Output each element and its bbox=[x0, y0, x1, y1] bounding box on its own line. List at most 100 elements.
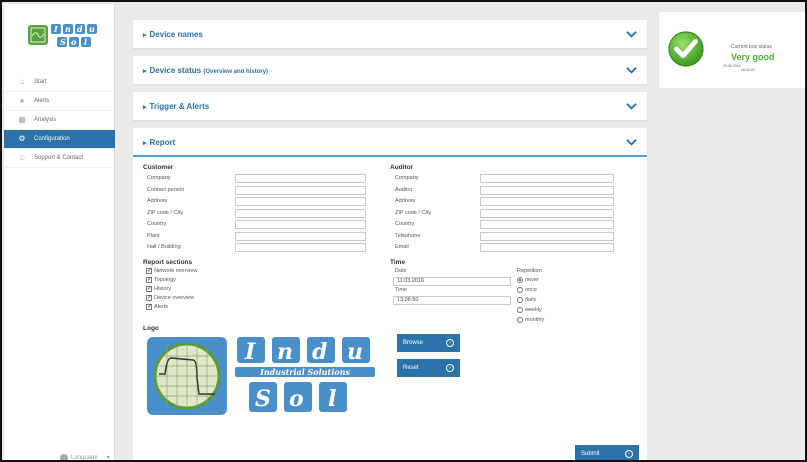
repetition-option-never[interactable]: never bbox=[517, 277, 539, 283]
bus-status-label: Current bus status bbox=[731, 44, 772, 50]
sidebar-item-label: Alerts bbox=[34, 98, 50, 104]
report-form: Customer Auditor Report sections Time Da… bbox=[133, 155, 647, 460]
customer-title: Customer bbox=[143, 164, 174, 171]
submit-button[interactable]: Submit › bbox=[575, 445, 639, 460]
radio-icon bbox=[517, 317, 523, 323]
auditor-field-input[interactable] bbox=[480, 197, 614, 206]
repetition-option-weekly[interactable]: weekly bbox=[517, 307, 542, 313]
customer-field-input[interactable] bbox=[235, 220, 366, 229]
reset-button[interactable]: Reset › bbox=[397, 359, 460, 377]
panel-device-status[interactable]: ▸ Device status (Overview and history) bbox=[133, 56, 647, 84]
caret-right-icon: ▸ bbox=[143, 31, 147, 39]
people-icon: ☺ bbox=[18, 153, 27, 162]
checkbox-label: Device overview bbox=[154, 295, 195, 301]
customer-field-input[interactable] bbox=[235, 185, 366, 195]
chevron-down-icon bbox=[626, 66, 637, 74]
panel-report[interactable]: ▸ Report bbox=[133, 128, 647, 156]
auditor-field-input[interactable] bbox=[480, 185, 614, 195]
customer-field-input[interactable] bbox=[235, 197, 366, 206]
auditor-field-label: Email bbox=[395, 244, 409, 250]
sidebar-item-alerts[interactable]: ♠ Alerts bbox=[4, 92, 115, 111]
customer-field-label: ZIP code / City bbox=[147, 209, 183, 216]
logo-letter: l bbox=[328, 386, 336, 412]
svg-text:l: l bbox=[84, 37, 87, 47]
auditor-field-label: Company bbox=[395, 175, 419, 181]
auditor-title: Auditor bbox=[390, 164, 414, 171]
report-section-checkbox[interactable]: ✓ Topology bbox=[146, 277, 176, 283]
logo-preview: I n d u S o l Industrial Solutions bbox=[145, 334, 385, 418]
chevron-down-icon bbox=[626, 30, 637, 38]
checkbox-label: History bbox=[154, 286, 172, 292]
report-section-checkbox[interactable]: ✓ Alerts bbox=[146, 304, 168, 310]
sidebar-item-label: Start bbox=[34, 79, 47, 85]
main-content: ▸ Device names ▸ Device status (Overview a… bbox=[133, 4, 647, 460]
auditor-field-input[interactable] bbox=[480, 243, 614, 252]
repetition-option-once[interactable]: once bbox=[517, 287, 537, 293]
sidebar-item-support[interactable]: ☺ Support & Contact bbox=[4, 149, 115, 168]
radio-icon bbox=[517, 307, 523, 313]
bus-status-date: 29.06.2016 bbox=[723, 64, 741, 68]
sidebar-item-start[interactable]: ⌂ Start bbox=[4, 73, 115, 92]
chevron-down-icon bbox=[626, 102, 637, 110]
logo-tagline: Industrial Solutions bbox=[259, 367, 350, 377]
browse-button[interactable]: Browse › bbox=[397, 334, 460, 352]
panel-title: Report bbox=[149, 137, 176, 147]
auditor-field-input[interactable] bbox=[480, 220, 614, 229]
report-section-checkbox[interactable]: ✓ Network overview bbox=[146, 268, 197, 274]
panel-device-names[interactable]: ▸ Device names bbox=[133, 20, 647, 48]
svg-text:d: d bbox=[77, 24, 83, 34]
customer-field-input[interactable] bbox=[235, 243, 366, 252]
auditor-field-label: ZIP code / City bbox=[395, 209, 431, 216]
report-section-checkbox[interactable]: ✓ Device overview bbox=[146, 295, 194, 301]
checkbox-checked-icon: ✓ bbox=[146, 268, 153, 274]
repetition-option-daily[interactable]: daily bbox=[517, 297, 536, 303]
chart-icon: ▦ bbox=[18, 115, 26, 124]
sidebar: Indu Sol ⌂ Start ♠ Alerts ▦ Analysis ⚙ C… bbox=[4, 4, 115, 460]
radio-label: weekly bbox=[525, 307, 542, 313]
customer-field-input[interactable] bbox=[235, 174, 366, 183]
panel-title: Device status bbox=[149, 65, 202, 75]
radio-icon bbox=[517, 287, 523, 293]
svg-text:S: S bbox=[60, 37, 66, 47]
globe-icon bbox=[60, 454, 68, 460]
bus-status-value: Very good bbox=[731, 52, 775, 62]
submit-button-label: Submit bbox=[581, 451, 600, 457]
logo-title: Logo bbox=[143, 325, 159, 332]
auditor-field-label: Address bbox=[395, 198, 416, 204]
date-label: Date bbox=[395, 268, 407, 274]
sidebar-item-configuration[interactable]: ⚙ Configuration bbox=[4, 130, 115, 149]
radio-label: once bbox=[525, 287, 537, 293]
date-field[interactable]: 11.03.2016 bbox=[393, 277, 511, 286]
checkbox-label: Network overview bbox=[154, 268, 198, 274]
radio-icon bbox=[517, 277, 523, 283]
report-section-checkbox[interactable]: ✓ History bbox=[146, 286, 171, 292]
checkbox-label: Alerts bbox=[154, 304, 169, 310]
customer-field-input[interactable] bbox=[235, 208, 366, 218]
indu-sol-logo[interactable]: Indu Sol bbox=[28, 22, 100, 50]
repetition-label: Repetition bbox=[517, 268, 542, 274]
svg-text:n: n bbox=[65, 24, 71, 34]
customer-field-input[interactable] bbox=[235, 231, 366, 241]
customer-field-label: Plant bbox=[147, 232, 160, 239]
auditor-field-input[interactable] bbox=[480, 208, 614, 218]
logo-letter: n bbox=[277, 339, 293, 365]
auditor-field-input[interactable] bbox=[480, 174, 614, 183]
sidebar-item-label: Support & Contact bbox=[34, 155, 84, 161]
checkbox-checked-icon: ✓ bbox=[146, 304, 153, 310]
sidebar-item-analysis[interactable]: ▦ Analysis bbox=[4, 111, 115, 130]
auditor-field-label: Telephone bbox=[395, 232, 421, 239]
radio-label: daily bbox=[525, 297, 537, 303]
bus-status-card: Current bus status Very good 29.06.2016 … bbox=[659, 12, 805, 88]
panel-subtitle: (Overview and history) bbox=[203, 68, 269, 75]
auditor-field-input[interactable] bbox=[480, 231, 614, 241]
customer-field-label: Contact person bbox=[147, 186, 185, 193]
time-field[interactable]: 13:06:50 bbox=[393, 296, 511, 305]
customer-field-label: Address bbox=[147, 198, 168, 204]
caret-right-icon: ▸ bbox=[143, 103, 147, 111]
checkbox-checked-icon: ✓ bbox=[146, 295, 153, 301]
svg-text:o: o bbox=[71, 37, 77, 47]
repetition-option-monthly[interactable]: monthly bbox=[517, 317, 544, 323]
arrow-right-icon: › bbox=[446, 364, 454, 372]
language-selector[interactable]: Language ▼ bbox=[60, 454, 111, 460]
panel-trigger-alerts[interactable]: ▸ Trigger & Alerts bbox=[133, 92, 647, 120]
